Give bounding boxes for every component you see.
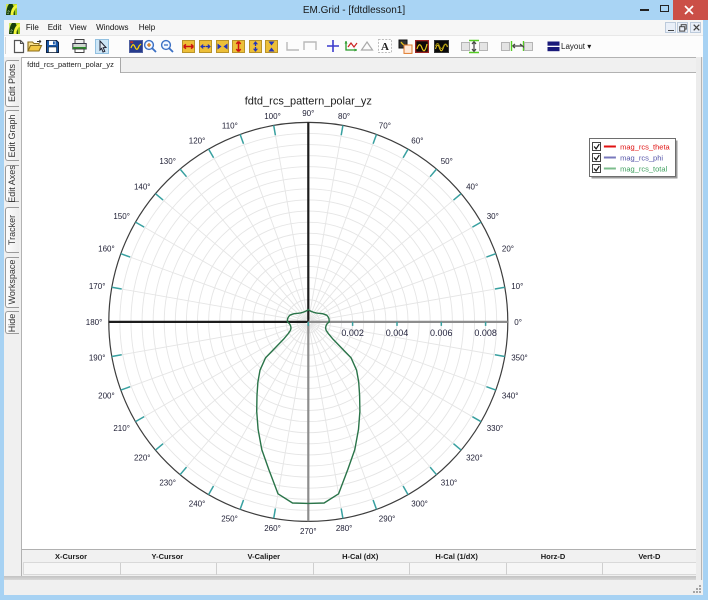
svg-text:40°: 40° bbox=[466, 183, 478, 192]
svg-text:300°: 300° bbox=[411, 499, 428, 508]
svg-text:0.002: 0.002 bbox=[341, 328, 364, 338]
svg-text:260°: 260° bbox=[264, 524, 281, 533]
svg-text:190°: 190° bbox=[88, 354, 105, 363]
svg-text:310°: 310° bbox=[440, 479, 457, 488]
svg-text:70°: 70° bbox=[378, 121, 390, 130]
svg-text:250°: 250° bbox=[221, 515, 238, 524]
svg-text:330°: 330° bbox=[486, 424, 503, 433]
svg-text:140°: 140° bbox=[133, 183, 150, 192]
svg-text:290°: 290° bbox=[378, 515, 395, 524]
svg-text:0.008: 0.008 bbox=[474, 328, 497, 338]
svg-text:mag_rcs_phi: mag_rcs_phi bbox=[620, 153, 663, 162]
svg-text:0.006: 0.006 bbox=[430, 328, 453, 338]
svg-text:20°: 20° bbox=[501, 244, 513, 253]
svg-text:220°: 220° bbox=[133, 453, 150, 462]
svg-text:fdtd_rcs_pattern_polar_yz: fdtd_rcs_pattern_polar_yz bbox=[244, 96, 371, 108]
svg-text:mag_rcs_theta: mag_rcs_theta bbox=[620, 142, 670, 151]
svg-text:130°: 130° bbox=[159, 157, 176, 166]
svg-text:10°: 10° bbox=[511, 282, 523, 291]
svg-text:A: A bbox=[381, 41, 389, 53]
svg-text:350°: 350° bbox=[511, 354, 528, 363]
svg-text:240°: 240° bbox=[188, 499, 205, 508]
svg-text:340°: 340° bbox=[501, 391, 518, 400]
svg-text:100°: 100° bbox=[264, 112, 281, 121]
svg-text:90°: 90° bbox=[302, 109, 314, 118]
svg-text:150°: 150° bbox=[113, 212, 130, 221]
svg-text:200°: 200° bbox=[98, 391, 115, 400]
svg-text:110°: 110° bbox=[221, 121, 237, 130]
svg-text:80°: 80° bbox=[338, 112, 350, 121]
svg-text:230°: 230° bbox=[159, 479, 176, 488]
svg-text:160°: 160° bbox=[98, 244, 115, 253]
svg-text:50°: 50° bbox=[440, 157, 452, 166]
svg-text:30°: 30° bbox=[486, 212, 498, 221]
svg-text:0.004: 0.004 bbox=[385, 328, 408, 338]
svg-text:270°: 270° bbox=[300, 527, 317, 536]
svg-text:320°: 320° bbox=[466, 453, 483, 462]
svg-text:210°: 210° bbox=[113, 424, 130, 433]
svg-text:60°: 60° bbox=[411, 137, 423, 146]
svg-text:180°: 180° bbox=[85, 318, 102, 327]
svg-text:170°: 170° bbox=[88, 282, 105, 291]
svg-text:120°: 120° bbox=[188, 137, 205, 146]
svg-text:280°: 280° bbox=[335, 524, 352, 533]
svg-text:mag_rcs_total: mag_rcs_total bbox=[620, 164, 667, 173]
svg-text:0°: 0° bbox=[514, 318, 522, 327]
